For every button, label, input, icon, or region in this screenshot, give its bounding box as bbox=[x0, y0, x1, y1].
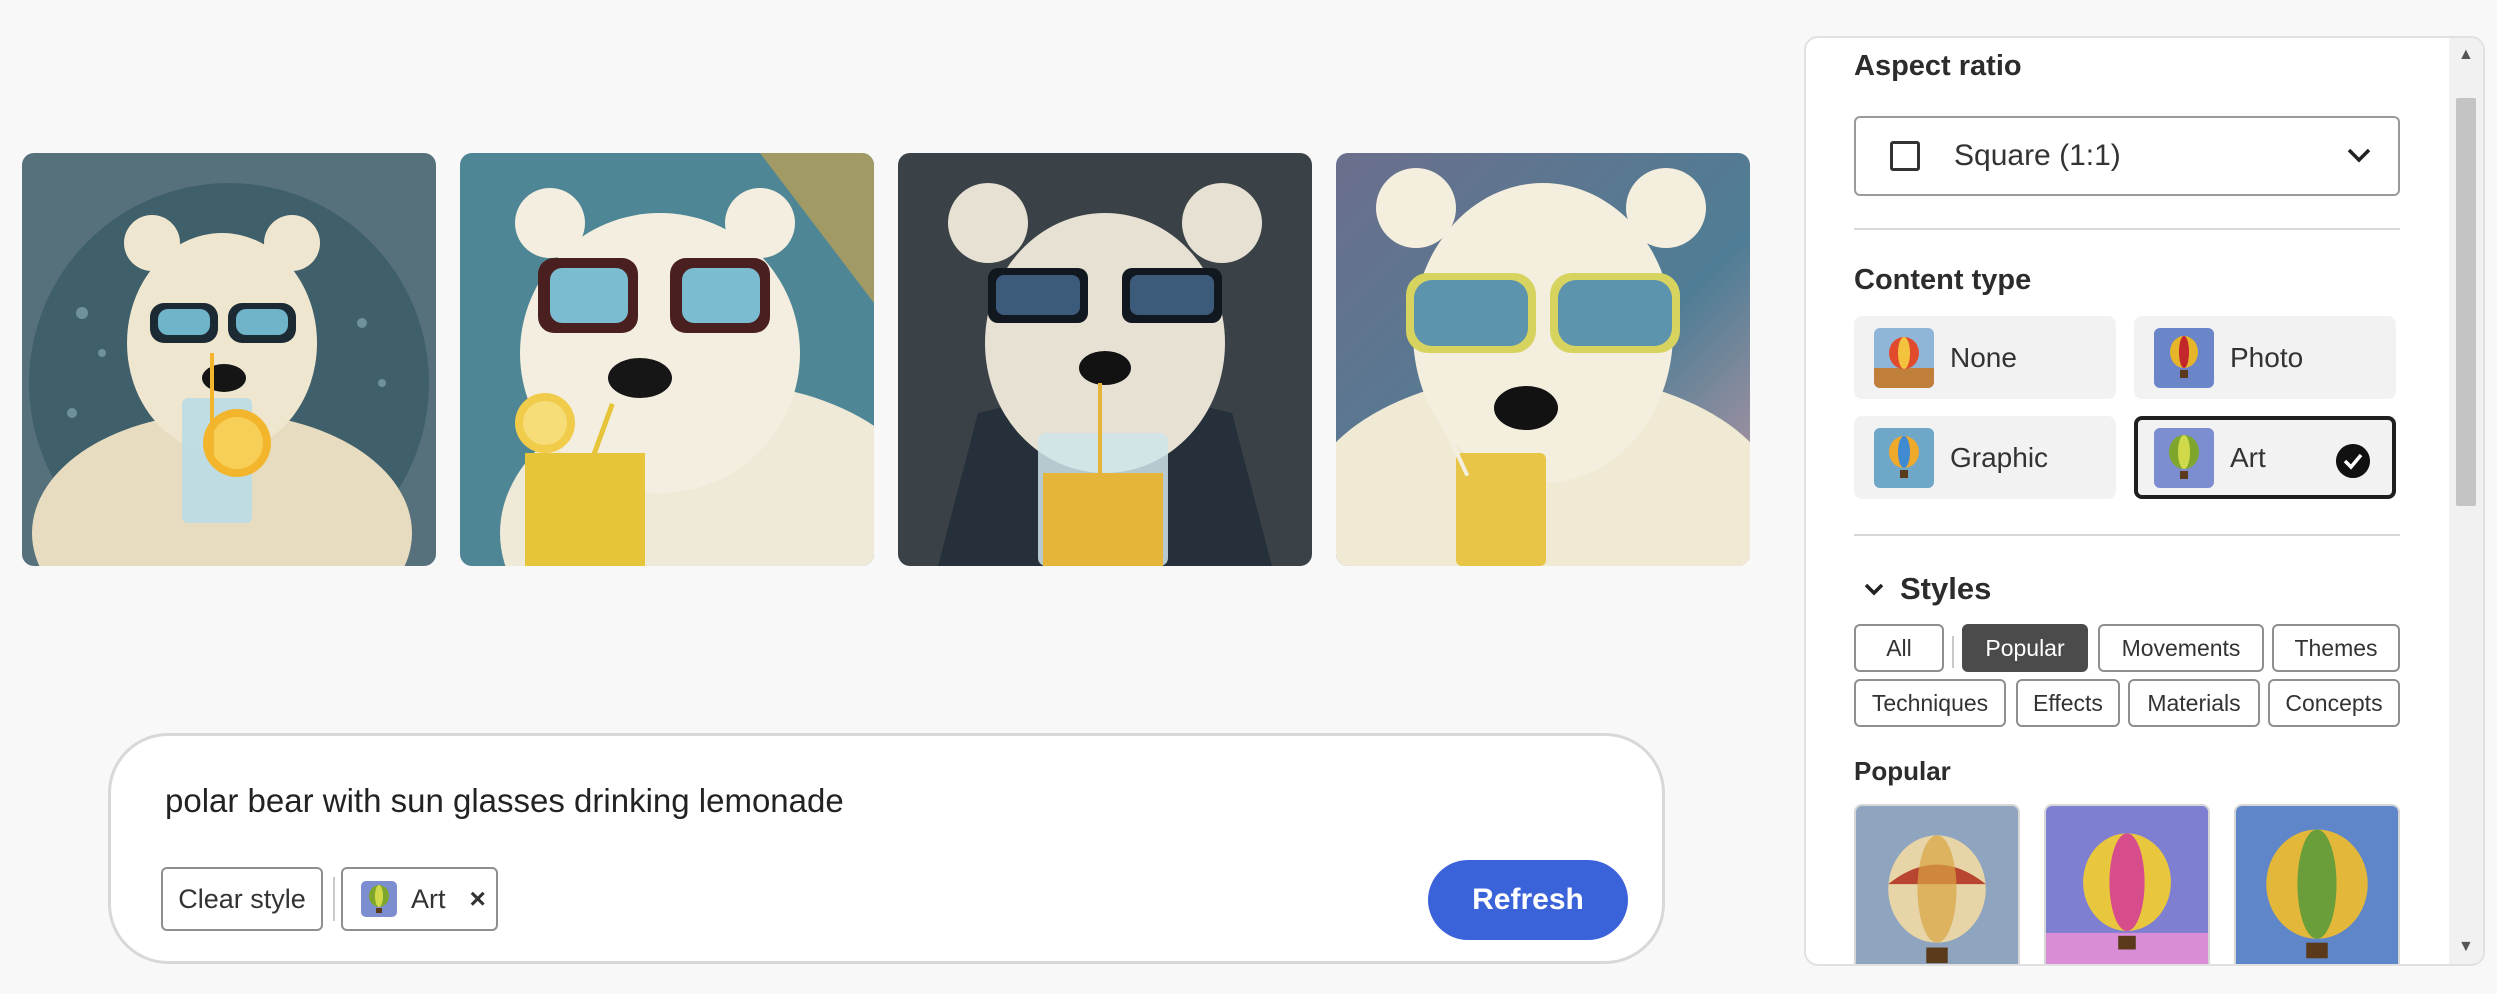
square-icon bbox=[1890, 141, 1920, 171]
content-type-label: Photo bbox=[2230, 341, 2304, 373]
popular-style-thumbnail[interactable] bbox=[2044, 804, 2210, 964]
content-type-art[interactable]: Art bbox=[2134, 416, 2396, 499]
content-type-none[interactable]: None bbox=[1854, 316, 2116, 399]
style-tab-movements[interactable]: Movements bbox=[2098, 624, 2264, 672]
balloon-thumbnail-icon bbox=[2154, 427, 2214, 488]
styles-heading: Styles bbox=[1900, 571, 1992, 606]
style-tab-effects[interactable]: Effects bbox=[2016, 679, 2120, 727]
style-tab-themes[interactable]: Themes bbox=[2272, 624, 2400, 672]
settings-panel: Aspect ratio Square (1:1) Content type N… bbox=[1804, 36, 2485, 966]
result-image-1[interactable] bbox=[22, 153, 436, 566]
art-chip-label: Art bbox=[411, 883, 446, 914]
popular-style-thumbnail[interactable] bbox=[1854, 804, 2020, 964]
result-image-3[interactable] bbox=[898, 153, 1312, 566]
balloon-thumbnail-icon bbox=[1856, 806, 2018, 964]
styles-section-toggle[interactable]: Styles bbox=[1862, 571, 1991, 607]
scroll-thumb[interactable] bbox=[2456, 98, 2476, 506]
clear-style-button[interactable]: Clear style bbox=[161, 867, 323, 931]
art-style-chip[interactable]: Art × bbox=[341, 867, 498, 931]
content-type-label: None bbox=[1950, 341, 2017, 373]
polar-bear-image bbox=[1336, 153, 1750, 566]
result-image-4[interactable] bbox=[1336, 153, 1750, 566]
content-type-label: Art bbox=[2230, 441, 2266, 473]
content-type-label: Graphic bbox=[1950, 441, 2049, 473]
style-tab-materials[interactable]: Materials bbox=[2128, 679, 2260, 727]
style-tab-popular[interactable]: Popular bbox=[1962, 624, 2088, 672]
polar-bear-image bbox=[898, 153, 1312, 566]
result-image-2[interactable] bbox=[460, 153, 874, 566]
style-tab-all[interactable]: All bbox=[1854, 624, 1944, 672]
polar-bear-image bbox=[22, 153, 436, 566]
aspect-ratio-dropdown[interactable]: Square (1:1) bbox=[1854, 116, 2400, 196]
chip-divider bbox=[333, 877, 335, 921]
balloon-thumbnail-icon bbox=[361, 881, 397, 917]
remove-chip-icon[interactable]: × bbox=[470, 883, 486, 915]
content-type-photo[interactable]: Photo bbox=[2134, 316, 2396, 399]
scroll-down-icon[interactable]: ▼ bbox=[2458, 938, 2474, 956]
aspect-ratio-heading: Aspect ratio bbox=[1854, 50, 2022, 82]
style-tab-concepts[interactable]: Concepts bbox=[2268, 679, 2400, 727]
polar-bear-image bbox=[460, 153, 874, 566]
result-gallery bbox=[22, 153, 1750, 566]
prompt-input[interactable]: polar bear with sun glasses drinking lem… bbox=[165, 782, 844, 820]
checkmark-icon bbox=[2336, 444, 2370, 478]
balloon-thumbnail-icon bbox=[2046, 806, 2208, 964]
content-type-graphic[interactable]: Graphic bbox=[1854, 416, 2116, 499]
section-divider bbox=[1854, 534, 2400, 536]
chevron-down-icon bbox=[2347, 148, 2371, 163]
prompt-bar: polar bear with sun glasses drinking lem… bbox=[108, 733, 1665, 964]
style-tab-techniques[interactable]: Techniques bbox=[1854, 679, 2006, 727]
balloon-thumbnail-icon bbox=[1874, 327, 1934, 388]
chevron-down-icon bbox=[1864, 583, 1884, 596]
section-divider bbox=[1854, 228, 2400, 230]
tab-divider bbox=[1952, 636, 1954, 668]
balloon-thumbnail-icon bbox=[2236, 806, 2398, 964]
content-type-heading: Content type bbox=[1854, 264, 2032, 296]
popular-style-thumbnail[interactable] bbox=[2234, 804, 2400, 964]
balloon-thumbnail-icon bbox=[2154, 327, 2214, 388]
panel-scrollbar[interactable]: ▲ ▼ bbox=[2449, 38, 2483, 964]
refresh-button[interactable]: Refresh bbox=[1428, 860, 1628, 940]
scroll-up-icon[interactable]: ▲ bbox=[2458, 46, 2474, 64]
popular-heading: Popular bbox=[1854, 756, 1951, 786]
aspect-ratio-value: Square (1:1) bbox=[1954, 139, 2121, 172]
balloon-thumbnail-icon bbox=[1874, 427, 1934, 488]
